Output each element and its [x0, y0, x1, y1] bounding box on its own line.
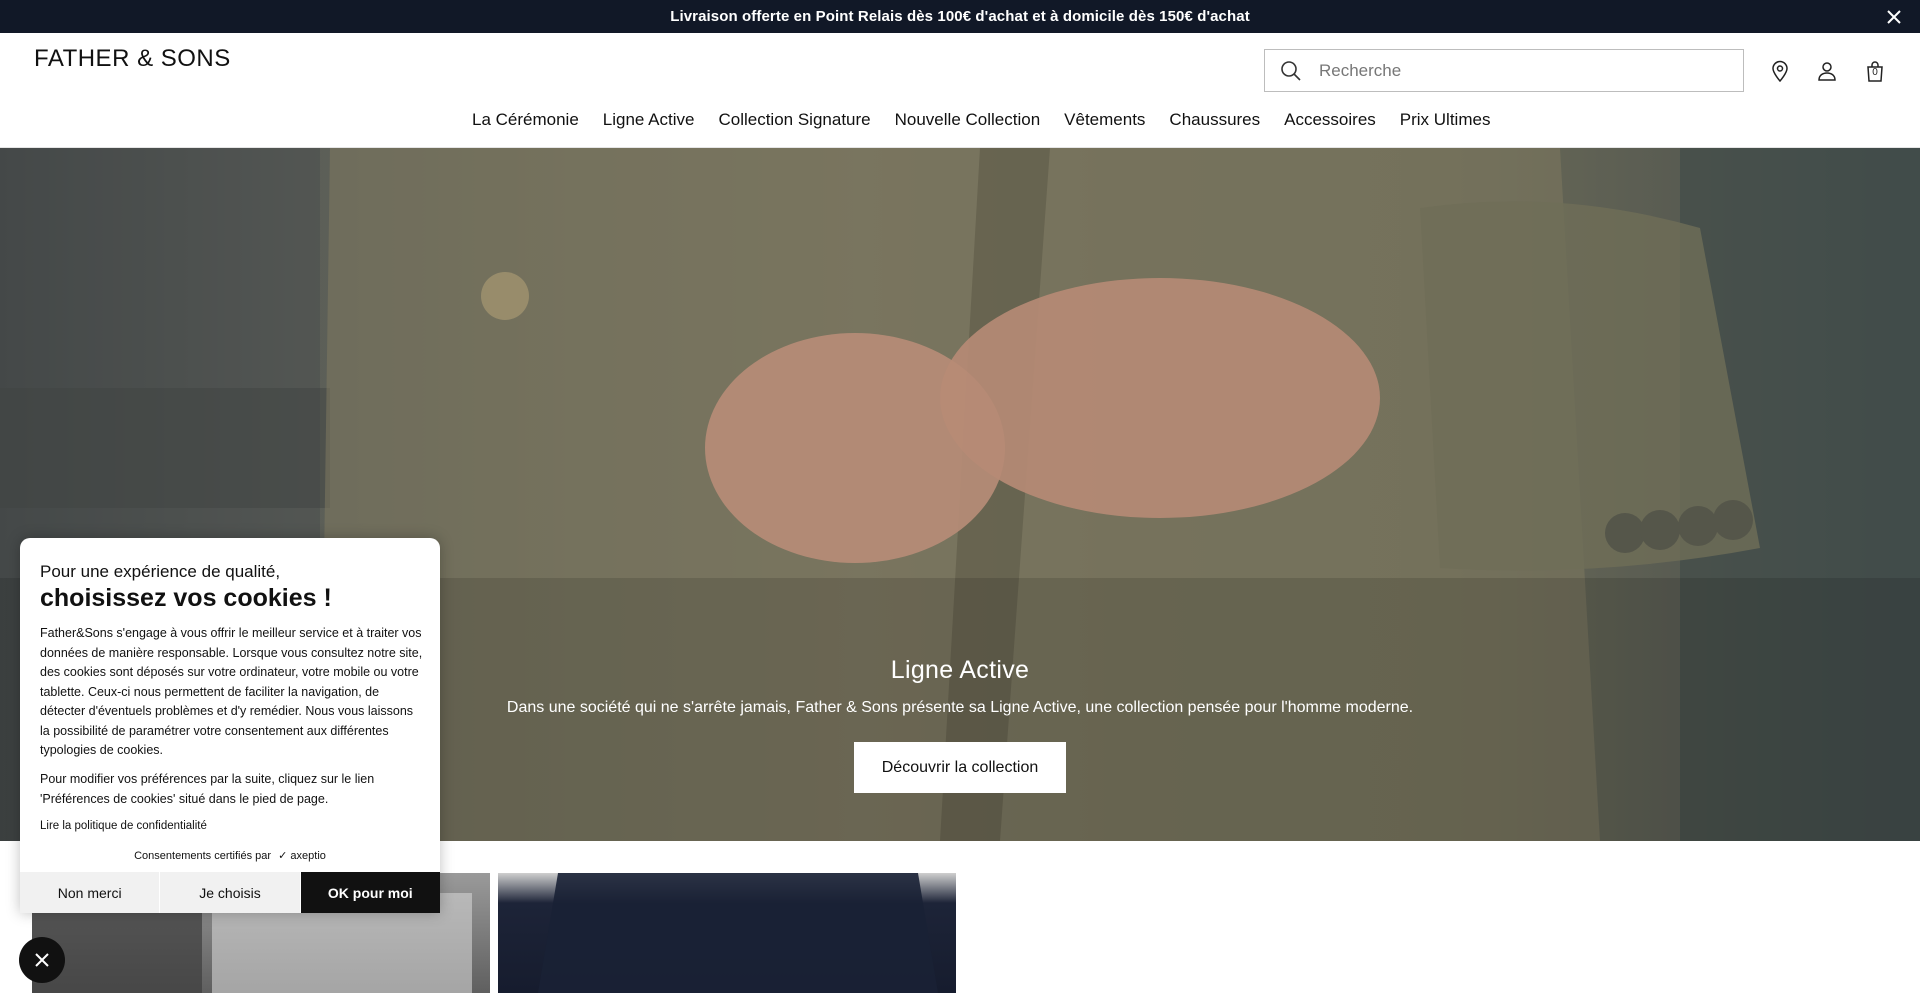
- cookie-buttons: Non merci Je choisis OK pour moi: [20, 872, 440, 913]
- cookie-body-preferences: Pour modifier vos préférences par la sui…: [40, 772, 375, 806]
- certifier-name: axeptio: [290, 850, 326, 862]
- axeptio-check-icon: ✓: [278, 850, 288, 862]
- nav-item-nouvelle-collection[interactable]: Nouvelle Collection: [883, 105, 1053, 135]
- nav-item-chaussures[interactable]: Chaussures: [1157, 105, 1272, 135]
- cookie-refuse-button[interactable]: Non merci: [20, 872, 161, 913]
- search-bar[interactable]: [1264, 49, 1744, 92]
- cookie-accept-button[interactable]: OK pour moi: [300, 872, 440, 913]
- location-pin-icon[interactable]: [1768, 59, 1792, 83]
- main-nav: La Cérémonie Ligne Active Collection Sig…: [460, 105, 1502, 135]
- search-icon[interactable]: [1279, 59, 1303, 83]
- cart-button[interactable]: 0: [1863, 59, 1887, 83]
- announcement-text: Livraison offerte en Point Relais dès 10…: [670, 8, 1250, 25]
- nav-item-prix-ultimes[interactable]: Prix Ultimes: [1388, 105, 1503, 135]
- cookie-certification: Consentements certifiés par ✓ axeptio: [20, 849, 440, 862]
- category-tile-2[interactable]: [498, 873, 956, 993]
- nav-item-vetements[interactable]: Vêtements: [1052, 105, 1157, 135]
- cookie-title: choisissez vos cookies !: [40, 584, 332, 612]
- user-icon[interactable]: [1815, 59, 1839, 83]
- search-input[interactable]: [1319, 60, 1699, 81]
- nav-item-ligne-active[interactable]: Ligne Active: [591, 105, 707, 135]
- privacy-policy-link[interactable]: Lire la politique de confidentialité: [40, 820, 207, 832]
- close-icon: [35, 953, 49, 967]
- cookie-consent-panel: Pour une expérience de qualité, choisiss…: [20, 538, 440, 913]
- cookie-intro: Pour une expérience de qualité,: [40, 562, 281, 581]
- site-header: FATHER & SONS 0 La Cérémonie Ligne Activ…: [0, 33, 1920, 148]
- close-icon[interactable]: [1884, 7, 1904, 27]
- nav-item-accessoires[interactable]: Accessoires: [1272, 105, 1388, 135]
- cookie-choose-button[interactable]: Je choisis: [160, 872, 301, 913]
- certified-text: Consentements certifiés par: [134, 850, 272, 862]
- cookie-body: Father&Sons s'engage à vous offrir le me…: [40, 626, 423, 757]
- cookie-close-button[interactable]: [19, 937, 65, 983]
- logo[interactable]: FATHER & SONS: [34, 45, 231, 73]
- nav-item-ceremonie[interactable]: La Cérémonie: [460, 105, 591, 135]
- cart-count: 0: [1872, 67, 1878, 78]
- discover-collection-button[interactable]: Découvrir la collection: [854, 742, 1066, 793]
- announcement-bar: Livraison offerte en Point Relais dès 10…: [0, 0, 1920, 33]
- tile-image-jacket: [538, 873, 938, 993]
- nav-item-collection-signature[interactable]: Collection Signature: [706, 105, 882, 135]
